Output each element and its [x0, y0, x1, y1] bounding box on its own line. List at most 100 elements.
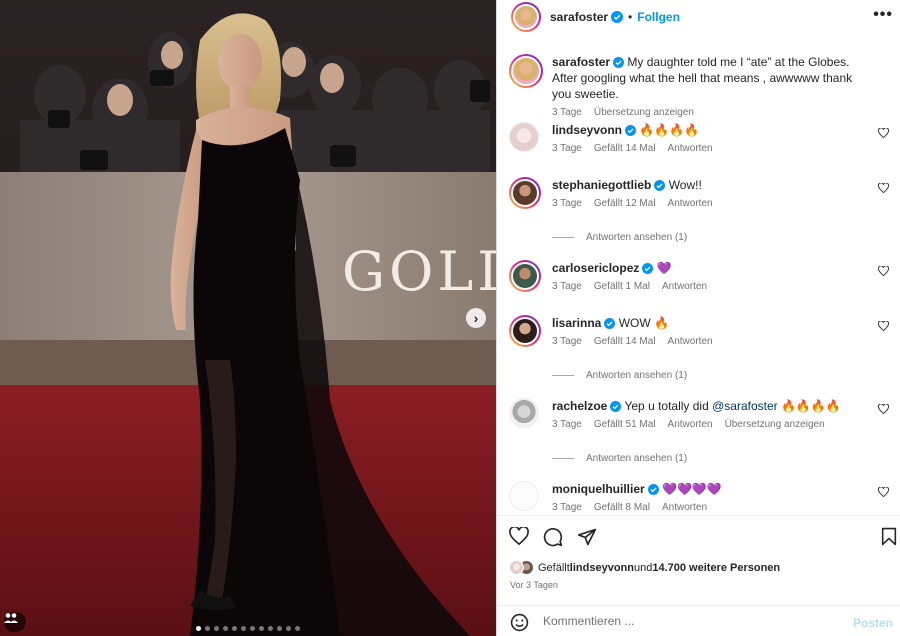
view-replies-label: Antworten ansehen (1)	[586, 370, 688, 381]
carousel-indicator	[0, 626, 496, 631]
carousel-dot	[241, 626, 246, 631]
post-action-bar	[497, 515, 900, 557]
comment-username[interactable]: moniquelhuillier	[552, 482, 645, 496]
post-comment-button[interactable]: Posten	[853, 616, 893, 630]
comment-likes[interactable]: Gefällt 1 Mal	[594, 279, 650, 295]
comment-likes[interactable]: Gefällt 12 Mal	[594, 196, 656, 212]
caption-translate-link[interactable]: Übersetzung anzeigen	[594, 105, 694, 121]
likes-summary[interactable]: Gefällt lindseyvonn und 14.700 weitere P…	[509, 560, 780, 575]
comment-input[interactable]	[543, 614, 843, 628]
likes-middle: und	[633, 561, 653, 574]
comment-reply-button[interactable]: Antworten	[668, 417, 713, 433]
comment-avatar[interactable]	[509, 315, 541, 347]
comment-likes[interactable]: Gefällt 51 Mal	[594, 417, 656, 433]
replies-line	[552, 375, 574, 376]
comment-text: WOW 🔥	[618, 316, 669, 330]
carousel-dot	[232, 626, 237, 631]
carousel-dot	[205, 626, 210, 631]
comment-like-heart-icon[interactable]	[878, 487, 889, 497]
comment-avatar[interactable]	[509, 398, 539, 428]
comment-avatar[interactable]	[509, 260, 541, 292]
verified-badge-icon	[604, 318, 616, 329]
carousel-dot	[214, 626, 219, 631]
comment-like-heart-icon[interactable]	[878, 404, 889, 414]
comment-bubble-icon[interactable]	[543, 527, 563, 547]
photo-scene: GOLD	[0, 0, 496, 636]
comment-reply-button[interactable]: Antworten	[662, 500, 707, 515]
comment-reply-button[interactable]: Antworten	[668, 196, 713, 212]
carousel-dot	[223, 626, 228, 631]
next-slide-button[interactable]: ›	[466, 308, 486, 328]
comment-mention-link[interactable]: @sarafoster	[712, 399, 778, 413]
author-avatar[interactable]	[511, 2, 541, 32]
view-replies-button[interactable]: Antworten ansehen (1)	[552, 453, 687, 464]
replies-line	[552, 458, 574, 459]
comment-composer: Posten	[497, 605, 900, 636]
comment-like-heart-icon[interactable]	[878, 266, 889, 276]
comment-username[interactable]: lindseyvonn	[552, 123, 622, 137]
post-header: sarafoster • Follgen •••	[497, 0, 900, 34]
follow-button[interactable]: Follgen	[637, 10, 680, 24]
comment-username[interactable]: stephaniegottlieb	[552, 178, 651, 192]
share-send-icon[interactable]	[577, 527, 597, 547]
view-replies-button[interactable]: Antworten ansehen (1)	[552, 370, 687, 381]
comment-like-heart-icon[interactable]	[878, 321, 889, 331]
comment-text-emoji: 🔥🔥🔥🔥	[777, 399, 841, 413]
comment-likes[interactable]: Gefällt 14 Mal	[594, 141, 656, 157]
comment-text: 💜💜💜💜	[662, 482, 722, 496]
verified-badge-icon	[642, 263, 654, 274]
comment-time: 3 Tage	[552, 336, 582, 347]
comment-text: Wow!!	[668, 178, 702, 192]
verified-badge-icon	[625, 125, 637, 136]
verified-badge-icon	[613, 57, 625, 68]
carousel-dot	[295, 626, 300, 631]
comment-username[interactable]: rachelzoe	[552, 399, 607, 413]
comment-username[interactable]: carlosericlopez	[552, 261, 639, 275]
comment-like-heart-icon[interactable]	[878, 128, 889, 138]
carousel-dot	[277, 626, 282, 631]
comment-avatar[interactable]	[509, 481, 539, 511]
likes-user-link[interactable]: lindseyvonn	[570, 562, 634, 574]
comment-avatar[interactable]	[509, 122, 539, 152]
comment-time: 3 Tage	[552, 502, 582, 513]
save-bookmark-icon[interactable]	[881, 527, 897, 546]
carousel-dot	[268, 626, 273, 631]
view-replies-label: Antworten ansehen (1)	[586, 232, 688, 243]
likes-count-link[interactable]: 14.700 weitere Personen	[652, 562, 780, 574]
emoji-picker-icon[interactable]	[510, 613, 529, 632]
comment-username[interactable]: lisarinna	[552, 316, 601, 330]
post-photo[interactable]: GOLD	[0, 0, 496, 636]
comments-list[interactable]: sarafoster My daughter told me I “ate” a…	[497, 40, 900, 515]
view-replies-button[interactable]: Antworten ansehen (1)	[552, 232, 687, 243]
post-timestamp: Vor 3 Tagen	[510, 580, 558, 590]
caption-author-avatar[interactable]	[509, 54, 543, 88]
likes-prefix: Gefällt	[538, 561, 570, 574]
carousel-dot	[286, 626, 291, 631]
view-replies-label: Antworten ansehen (1)	[586, 453, 688, 464]
comment-reply-button[interactable]: Antworten	[668, 141, 713, 157]
verified-badge-icon	[611, 11, 624, 23]
comment-time: 3 Tage	[552, 281, 582, 292]
user-tag-icon	[4, 613, 18, 623]
verified-badge-icon	[610, 401, 622, 412]
verified-badge-icon	[647, 484, 659, 495]
author-username[interactable]: sarafoster	[550, 10, 608, 24]
post-details-panel: sarafoster • Follgen ••• sarafoster My d…	[496, 0, 900, 636]
comment-reply-button[interactable]: Antworten	[668, 334, 713, 350]
comment-text: 🔥🔥🔥🔥	[639, 123, 700, 137]
comment-likes[interactable]: Gefällt 8 Mal	[594, 500, 650, 515]
comment-time: 3 Tage	[552, 419, 582, 430]
comment-avatar[interactable]	[509, 177, 541, 209]
stage-sign-text: GOLD	[342, 240, 496, 303]
caption-time: 3 Tage	[552, 107, 582, 118]
comment-like-heart-icon[interactable]	[878, 183, 889, 193]
comment-likes[interactable]: Gefällt 14 Mal	[594, 334, 656, 350]
comment-text: Yep u totally did	[624, 399, 713, 413]
carousel-dot	[196, 626, 201, 631]
caption-username[interactable]: sarafoster	[552, 55, 610, 69]
comment-reply-button[interactable]: Antworten	[662, 279, 707, 295]
liker-avatar	[509, 560, 524, 575]
like-heart-icon[interactable]	[509, 527, 529, 545]
more-options-icon[interactable]: •••	[873, 7, 893, 23]
comment-translate-link[interactable]: Übersetzung anzeigen	[725, 417, 825, 433]
